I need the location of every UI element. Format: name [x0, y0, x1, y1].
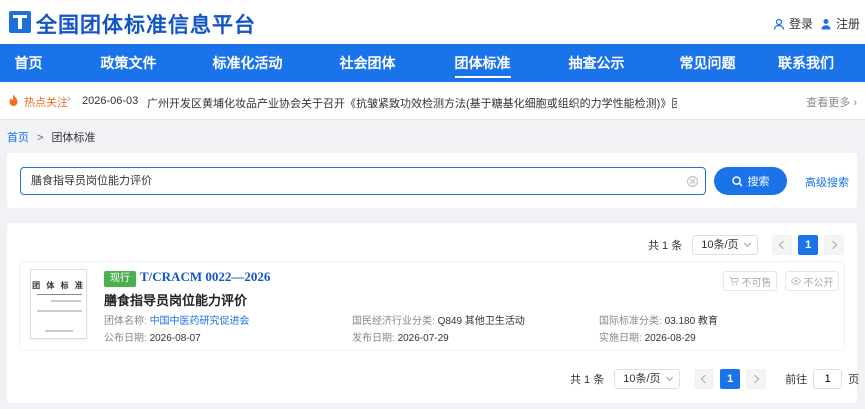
nav-item-contact[interactable]: 联系我们	[747, 44, 865, 82]
platform-logo-icon[interactable]	[9, 11, 31, 33]
hot-topic-date: 2026-06-03	[82, 95, 139, 107]
header: 全国团体标准信息平台 登录 注册	[0, 0, 865, 44]
chevron-down-icon	[744, 239, 752, 248]
standard-cover-thumbnail[interactable]: 团 体 标 准	[30, 269, 87, 339]
person-icon	[821, 18, 831, 29]
industry-label: 国民经济行业分类:	[352, 316, 438, 327]
login-link[interactable]: 登录	[773, 15, 813, 32]
page-number-button[interactable]: 1	[798, 235, 819, 255]
top-pagination: 共 1 条 10条/页 1	[648, 235, 845, 255]
release-value: 2026-07-29	[397, 333, 449, 344]
org-meta: 团体名称: 中国中医药研究促进会	[104, 312, 250, 327]
not-for-sale-label: 不可售	[741, 277, 772, 289]
clear-icon[interactable]	[687, 176, 698, 187]
search-box[interactable]	[20, 167, 706, 195]
nav-item-activities[interactable]: 标准化活动	[200, 44, 295, 82]
release-date-meta: 发布日期: 2026-07-29	[352, 329, 449, 344]
nav-item-inspection[interactable]: 抽查公示	[525, 44, 668, 82]
not-public-label: 不公开	[803, 277, 834, 289]
goto-label: 前往	[785, 374, 808, 386]
hot-topic-link[interactable]: 广州开发区黄埔化妆品产业协会关于召开《抗皱紧致功效检测方法(基于糖基化细胞或组织…	[147, 95, 677, 111]
eye-icon	[790, 277, 801, 285]
implement-label: 实施日期:	[599, 333, 645, 344]
breadcrumb: 首页 > 团体标准	[7, 129, 95, 145]
page-size-select[interactable]: 10条/页	[614, 369, 681, 389]
implement-value: 2026-08-29	[644, 333, 696, 344]
ics-value: 03.180 教育	[664, 316, 718, 327]
status-badge: 现行	[104, 271, 136, 287]
not-public-button[interactable]: 不公开	[785, 271, 839, 291]
next-page-button[interactable]	[746, 369, 767, 389]
prev-page-button[interactable]	[772, 235, 793, 255]
thumbnail-rule	[37, 294, 82, 295]
register-link[interactable]: 注册	[820, 15, 860, 32]
flame-icon	[9, 94, 18, 106]
implement-date-meta: 实施日期: 2026-08-29	[599, 329, 696, 344]
breadcrumb-separator: >	[37, 132, 44, 144]
org-link[interactable]: 中国中医药研究促进会	[150, 316, 250, 327]
standard-title[interactable]: 膳食指导员岗位能力评价	[104, 290, 247, 309]
thumbnail-text-line	[51, 300, 81, 302]
page-suffix: 页	[848, 374, 860, 386]
thumbnail-text-line	[37, 310, 82, 312]
org-label: 团体名称:	[104, 316, 150, 327]
page-size-value: 10条/页	[701, 239, 739, 251]
publish-value: 2026-08-07	[149, 333, 201, 344]
standard-code[interactable]: T/CRACM 0022—2026	[140, 269, 270, 285]
bottom-pagination: 共 1 条 10条/页 1 前往 页	[570, 369, 859, 389]
cart-icon	[729, 276, 739, 286]
hot-topics-label: 热点关注	[24, 97, 68, 109]
industry-value: Q849 其他卫生活动	[437, 316, 525, 327]
nav-item-policy[interactable]: 政策文件	[57, 44, 200, 82]
site-title[interactable]: 全国团体标准信息平台	[36, 9, 256, 39]
chevron-down-icon	[666, 373, 674, 382]
user-icon	[773, 18, 785, 30]
search-icon	[731, 175, 742, 186]
next-page-button[interactable]	[824, 235, 845, 255]
hot-topics-separator: ›	[67, 93, 71, 105]
nav-item-faq[interactable]: 常见问题	[668, 44, 747, 82]
search-button-label: 搜索	[747, 176, 770, 188]
prev-page-button[interactable]	[694, 369, 715, 389]
hot-topics-bar: 热点关注 › 2026-06-03 广州开发区黄埔化妆品产业协会关于召开《抗皱紧…	[0, 82, 865, 120]
total-count: 共 1 条	[570, 374, 605, 386]
search-input[interactable]	[31, 174, 671, 186]
ics-label: 国际标准分类:	[599, 316, 665, 327]
breadcrumb-home[interactable]: 首页	[7, 132, 29, 144]
register-label: 注册	[836, 17, 861, 31]
page-size-value: 10条/页	[623, 373, 661, 385]
industry-meta: 国民经济行业分类: Q849 其他卫生活动	[352, 312, 525, 327]
search-button[interactable]: 搜索	[714, 167, 787, 195]
release-label: 发布日期:	[352, 333, 398, 344]
advanced-search-link[interactable]: 高级搜索	[805, 174, 849, 190]
page-number-button[interactable]: 1	[720, 369, 741, 389]
login-label: 登录	[789, 17, 814, 31]
view-more-link[interactable]: 查看更多 ›	[806, 94, 857, 110]
result-item[interactable]: 团 体 标 准 现行 T/CRACM 0022—2026 膳食指导员岗位能力评价…	[19, 261, 845, 351]
search-panel: 搜索 高级搜索	[7, 153, 857, 208]
thumbnail-title: 团 体 标 准	[32, 281, 85, 290]
nav-item-group-standards[interactable]: 团体标准	[440, 44, 525, 82]
breadcrumb-current: 团体标准	[51, 132, 96, 144]
nav-item-home[interactable]: 首页	[0, 44, 57, 82]
nav-item-organizations[interactable]: 社会团体	[295, 44, 440, 82]
ics-meta: 国际标准分类: 03.180 教育	[599, 312, 718, 327]
main-nav: 首页 政策文件 标准化活动 社会团体 团体标准 抽查公示 常见问题 联系我们	[0, 44, 865, 82]
not-for-sale-button[interactable]: 不可售	[723, 271, 777, 291]
publish-date-meta: 公布日期: 2026-08-07	[104, 329, 201, 344]
publish-label: 公布日期:	[104, 333, 150, 344]
results-panel: 共 1 条 10条/页 1 团 体 标 准 现行 T/CRACM 0022—20…	[7, 223, 859, 403]
page-size-select[interactable]: 10条/页	[692, 235, 759, 255]
total-count: 共 1 条	[648, 240, 683, 252]
goto-page-input[interactable]	[813, 369, 843, 389]
thumbnail-text-line	[45, 330, 73, 332]
